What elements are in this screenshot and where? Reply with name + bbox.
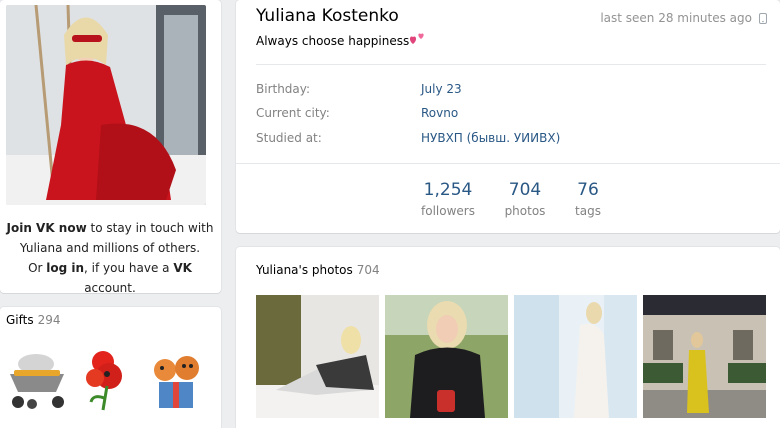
join-line3-end-text: account. [84, 281, 136, 295]
followers-counter[interactable]: 1,254 followers [418, 180, 478, 222]
education-label: Studied at: [256, 131, 322, 145]
last-seen-text: last seen 28 minutes ago [600, 11, 752, 25]
photos-label: photos [504, 204, 546, 218]
profile-status: Always choose happiness [256, 32, 425, 48]
gift-foxes-icon[interactable] [143, 346, 209, 412]
gift-cart-icon[interactable] [4, 346, 70, 412]
gifts-count: 294 [37, 313, 61, 327]
photos-header[interactable]: Yuliana's photos 704 [256, 263, 380, 277]
education-value[interactable]: НУВХП (бывш. УИИВХ) [421, 131, 560, 145]
tags-count: 76 [577, 180, 599, 200]
status-text: Always choose happiness [256, 34, 410, 48]
tags-label: tags [575, 204, 601, 218]
gifts-header[interactable]: Gifts 294 [6, 313, 61, 327]
photo-thumb-1[interactable] [256, 295, 379, 418]
header-divider [256, 64, 766, 65]
city-label: Current city: [256, 106, 330, 120]
mobile-phone-icon [759, 13, 767, 24]
join-line2-text: Yuliana and millions of others. [19, 241, 201, 255]
avatar-photo [6, 5, 206, 205]
join-line3-text: , if you have a [84, 261, 174, 275]
join-or-text: Or [28, 261, 47, 275]
join-line1-text: to stay in touch with [86, 221, 214, 235]
photo-thumb-2[interactable] [385, 295, 508, 418]
login-link[interactable]: log in [46, 261, 84, 275]
photo-thumb-3[interactable] [514, 295, 637, 418]
photos-counter[interactable]: 704 photos [500, 180, 550, 222]
followers-label: followers [421, 204, 475, 218]
gift-poppy-icon[interactable] [73, 346, 139, 412]
followers-count: 1,254 [423, 180, 473, 200]
join-prompt: Join VK now to stay in touch with Yulian… [4, 218, 216, 298]
profile-avatar[interactable] [6, 5, 206, 205]
birthday-value[interactable]: July 23 [421, 82, 462, 96]
profile-name: Yuliana Kostenko [256, 6, 399, 26]
photos-title: Yuliana's photos [256, 263, 353, 277]
gifts-title: Gifts [6, 313, 34, 327]
city-value[interactable]: Rovno [421, 106, 458, 120]
counters-divider [236, 163, 780, 164]
photo-thumb-4[interactable] [643, 295, 766, 418]
hearts-emoji-icon [410, 33, 424, 44]
photos-count-badge: 704 [356, 263, 380, 277]
tags-counter[interactable]: 76 tags [570, 180, 606, 222]
birthday-label: Birthday: [256, 82, 311, 96]
photos-count: 704 [508, 180, 542, 200]
vk-brand-text: VK [173, 261, 192, 275]
join-vk-link[interactable]: Join VK now [7, 221, 87, 235]
